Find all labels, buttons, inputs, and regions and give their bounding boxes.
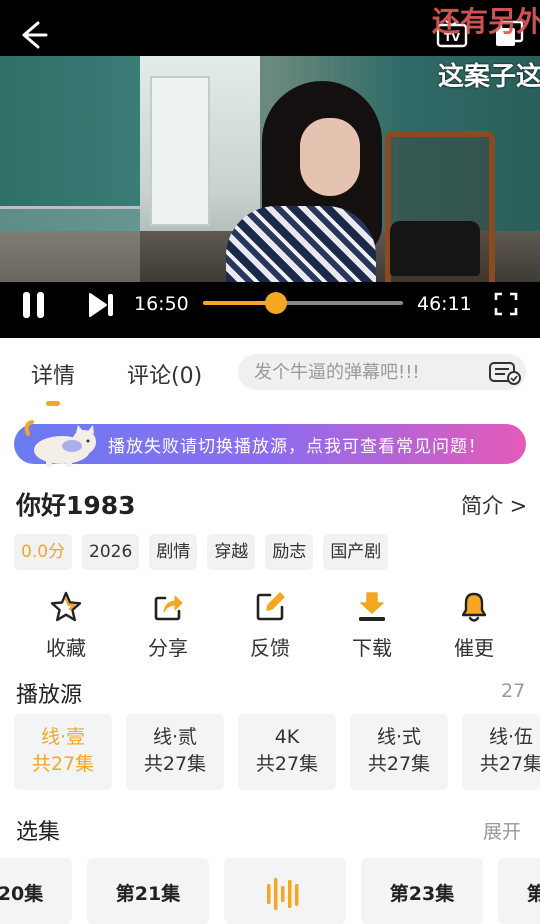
action-row: 收藏 分享 反馈 下载 催更 [0, 590, 540, 664]
show-title: 你好1983 [16, 491, 136, 520]
bell-icon [461, 592, 487, 622]
next-episode-icon[interactable] [86, 290, 116, 320]
sources-count: 27 [501, 680, 526, 702]
episode-item[interactable]: 第20集 [0, 858, 72, 924]
intro-link[interactable]: 简介 > [461, 490, 527, 520]
pause-icon[interactable] [20, 290, 50, 320]
scene-bed [0, 206, 140, 282]
tab-active-indicator [46, 401, 60, 406]
source-episodes: 共27集 [255, 753, 319, 775]
source-item[interactable]: 线·壹 共27集 [14, 714, 112, 790]
favorite-label: 收藏 [46, 636, 86, 660]
source-episodes: 共27集 [31, 753, 95, 775]
favorite-button[interactable]: 收藏 [26, 590, 106, 661]
video-player[interactable]: TV 还有另外 这案子这 16:50 46:11 [0, 0, 540, 338]
episode-label: 第24集 [526, 883, 540, 905]
current-time: 16:50 [134, 293, 189, 315]
region-tag[interactable]: 国产剧 [323, 534, 389, 570]
progress-bar[interactable] [203, 292, 403, 314]
share-icon [154, 595, 183, 621]
download-button[interactable]: 下载 [332, 590, 412, 661]
edit-icon [256, 592, 285, 621]
source-name: 线·贰 [152, 726, 198, 748]
source-episodes: 共27集 [143, 753, 207, 775]
back-arrow-icon[interactable] [18, 18, 52, 52]
source-name: 线·式 [376, 726, 422, 748]
player-controls: 16:50 46:11 [0, 282, 540, 338]
danmaku-input[interactable] [238, 354, 526, 390]
urge-update-button[interactable]: 催更 [434, 590, 514, 661]
episode-item[interactable]: 第21集 [87, 858, 209, 924]
danmaku-settings-icon[interactable] [488, 360, 522, 386]
now-playing-icon [267, 878, 299, 910]
feedback-label: 反馈 [250, 636, 290, 660]
episode-label: 第21集 [115, 883, 181, 905]
source-episodes: 共27集 [479, 753, 540, 775]
urge-update-label: 催更 [454, 636, 494, 660]
banner-text: 播放失败请切换播放源，点我可查看常见问题！ [108, 437, 486, 457]
scene-person-face [300, 118, 360, 196]
danmaku-comment: 还有另外 [432, 5, 540, 38]
source-item[interactable]: 4K 共27集 [238, 714, 336, 790]
episode-item-playing[interactable] [224, 858, 346, 924]
tab-detail[interactable]: 详情 [31, 358, 75, 390]
scene-window [150, 76, 210, 226]
source-item[interactable]: 线·式 共27集 [350, 714, 448, 790]
scene-bag [390, 221, 480, 276]
source-name: 线·伍 [488, 726, 534, 748]
star-icon [50, 591, 82, 622]
episode-label: 第20集 [0, 883, 44, 905]
genre-tag[interactable]: 穿越 [207, 534, 256, 570]
player-top-bar: TV 还有另外 这案子这 [0, 0, 540, 92]
genre-tag[interactable]: 励志 [265, 534, 314, 570]
source-list: 线·壹 共27集 线·贰 共27集 4K 共27集 线·式 共27集 线·伍 共… [14, 714, 540, 790]
sources-title: 播放源 [16, 683, 83, 708]
share-button[interactable]: 分享 [128, 590, 208, 661]
rating-tag: 0.0分 [14, 534, 73, 570]
feedback-button[interactable]: 反馈 [230, 590, 310, 661]
download-label: 下载 [352, 636, 392, 660]
source-item[interactable]: 线·伍 共27集 [462, 714, 540, 790]
scene-person-body [226, 206, 376, 282]
tag-list: 0.0分 2026 剧情 穿越 励志 国产剧 [14, 534, 389, 570]
episodes-title: 选集 [16, 820, 61, 845]
episode-label: 第23集 [389, 883, 455, 905]
source-name: 4K [274, 726, 300, 748]
genre-tag[interactable]: 剧情 [149, 534, 198, 570]
cat-mascot-icon [24, 420, 96, 467]
tab-row: 详情 评论(0) [0, 338, 540, 406]
episode-list: 第20集 第21集 第23集 第24集 [0, 858, 540, 924]
source-episodes: 共27集 [367, 753, 431, 775]
expand-episodes[interactable]: 展开 [483, 817, 521, 844]
danmaku-comment: 这案子这 [438, 62, 540, 92]
tab-comments[interactable]: 评论(0) [127, 358, 202, 390]
download-icon [359, 592, 385, 621]
share-label: 分享 [148, 636, 188, 660]
total-time: 46:11 [417, 293, 472, 315]
year-tag[interactable]: 2026 [82, 534, 140, 570]
playback-help-banner[interactable]: 播放失败请切换播放源，点我可查看常见问题！ [14, 420, 526, 467]
episode-item[interactable]: 第23集 [361, 858, 483, 924]
fullscreen-icon[interactable] [494, 292, 518, 316]
source-item[interactable]: 线·贰 共27集 [126, 714, 224, 790]
source-name: 线·壹 [40, 726, 86, 748]
episode-item[interactable]: 第24集 [498, 858, 540, 924]
progress-thumb[interactable] [265, 292, 287, 314]
